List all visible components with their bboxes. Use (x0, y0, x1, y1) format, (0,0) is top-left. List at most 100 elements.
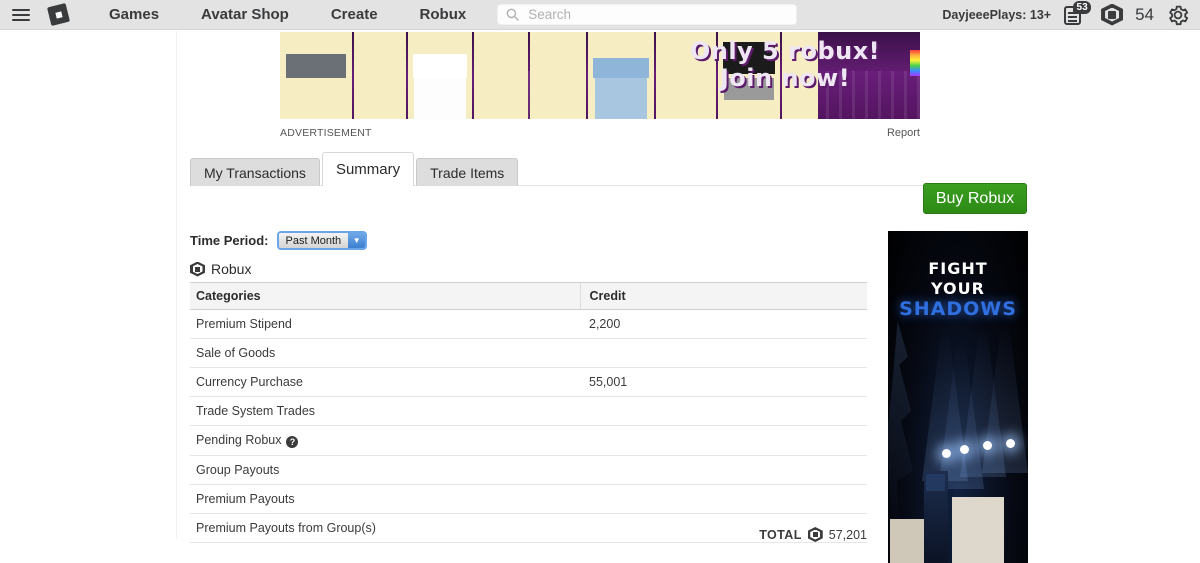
advertisement-report-link[interactable]: Report (887, 127, 920, 139)
tab-my-transactions[interactable]: My Transactions (190, 158, 320, 186)
ad-garment (354, 32, 406, 119)
logo-inner-square (55, 10, 63, 19)
nav-link-robux[interactable]: Robux (399, 6, 488, 23)
side-ad-line3: SHADOWS (899, 298, 1017, 321)
cell-credit (580, 455, 867, 485)
ad-garment-top (530, 32, 586, 78)
ad-garment-detail (285, 54, 347, 78)
top-navigation-bar: Games Avatar Shop Create Robux DayjeeePl… (0, 0, 1200, 30)
messages-line (1068, 15, 1078, 18)
side-ad-light (942, 449, 951, 458)
messages-badge: 53 (1073, 0, 1092, 14)
cell-credit (580, 396, 867, 426)
ad-garment-bottom (414, 78, 466, 119)
ad-garment-detail (593, 58, 649, 78)
table-row: Currency Purchase 55,001 (190, 367, 867, 397)
cell-category: Currency Purchase (190, 367, 580, 397)
primary-nav-links: Games Avatar Shop Create Robux (88, 6, 487, 23)
category-label: Premium Stipend (196, 317, 292, 331)
help-icon[interactable]: ? (286, 436, 299, 448)
hamburger-bar (12, 13, 30, 16)
hamburger-icon[interactable] (8, 0, 34, 30)
search-input[interactable] (526, 6, 789, 23)
table-header: Categories Credit (190, 282, 867, 310)
left-divider-rule (176, 31, 177, 539)
messages-icon[interactable]: 53 (1063, 0, 1092, 27)
cell-category: Premium Stipend (190, 309, 580, 339)
ad-rainbow-stripe (910, 50, 920, 76)
ad-garment (530, 32, 586, 119)
category-label: Currency Purchase (196, 375, 303, 389)
advertisement-meta-row: ADVERTISEMENT Report (280, 121, 920, 145)
time-period-label: Time Period: (190, 233, 269, 248)
table-total-row: TOTAL 57,201 (190, 527, 867, 542)
table-row: Pending Robux? (190, 425, 867, 456)
table-row: Premium Payouts (190, 484, 867, 514)
gear-icon[interactable] (1166, 3, 1190, 27)
ad-garment (280, 32, 352, 119)
robux-icon (807, 527, 823, 542)
ad-garment (588, 32, 654, 119)
messages-line (1068, 19, 1078, 22)
page-body: Only 5 robux! Join now! ADVERTISEMENT Re… (0, 31, 1200, 563)
buy-robux-button[interactable]: Buy Robux (923, 183, 1027, 214)
category-label: Group Payouts (196, 463, 280, 477)
side-ad-light (983, 441, 992, 450)
cell-credit (580, 338, 867, 368)
cell-category: Premium Payouts (190, 484, 580, 514)
ad-garment-top (474, 32, 528, 78)
ad-headline-line1: Only 5 robux! (689, 37, 881, 65)
ad-garment-bottom (287, 78, 345, 119)
top-advertisement-container: Only 5 robux! Join now! (280, 32, 920, 119)
nav-link-avatar-shop[interactable]: Avatar Shop (180, 6, 310, 23)
cell-credit (580, 425, 867, 456)
cell-category: Pending Robux? (190, 425, 580, 456)
time-period-value: Past Month (278, 233, 349, 248)
side-ad-tree (888, 321, 913, 521)
search-box[interactable] (497, 4, 798, 25)
table-header-row: Categories Credit (190, 282, 867, 310)
cell-credit: 55,001 (580, 367, 867, 397)
robux-hex-core (195, 266, 200, 272)
table-body: Premium Stipend 2,200 Sale of Goods Curr… (190, 309, 867, 543)
total-value: 57,201 (828, 527, 867, 542)
robux-hex-core (812, 532, 818, 537)
cell-credit (580, 484, 867, 514)
top-advertisement-banner[interactable]: Only 5 robux! Join now! (280, 32, 920, 119)
robux-icon (190, 261, 205, 277)
tab-trade-items[interactable]: Trade Items (416, 158, 519, 186)
column-header-credit: Credit (579, 282, 867, 310)
nav-link-games[interactable]: Games (88, 6, 180, 23)
search-icon (506, 8, 519, 21)
side-ad-light (1006, 439, 1015, 448)
category-label: Premium Payouts (196, 492, 295, 506)
roblox-logo-icon[interactable] (46, 2, 71, 26)
side-ad-crate (890, 519, 924, 563)
ad-headline-line2: Join now! (719, 63, 851, 92)
chevron-down-icon: ▼ (348, 233, 366, 248)
robux-balance[interactable]: 54 (1135, 5, 1154, 25)
cell-credit: 2,200 (580, 309, 867, 339)
table-row: Sale of Goods (190, 338, 867, 368)
nav-link-create[interactable]: Create (310, 6, 399, 23)
summary-table: Categories Credit Premium Stipend 2,200 … (190, 282, 867, 543)
side-ad-title: FIGHT YOUR SHADOWS (888, 259, 1028, 321)
advertisement-label: ADVERTISEMENT (280, 127, 372, 139)
table-row: Trade System Trades (190, 396, 867, 426)
side-ad-line1: FIGHT (928, 259, 988, 278)
robux-hex-core (1108, 10, 1117, 19)
filter-row: Time Period: Past Month ▼ (190, 231, 368, 250)
time-period-select[interactable]: Past Month ▼ (276, 231, 368, 250)
username-label: DayjeeePlays: 13+ (942, 7, 1052, 22)
cell-category: Group Payouts (190, 455, 580, 485)
side-advertisement[interactable]: FIGHT YOUR SHADOWS (888, 231, 1028, 563)
tab-summary[interactable]: Summary (321, 152, 415, 186)
ad-garment-top (354, 32, 406, 78)
hamburger-bar (12, 18, 30, 21)
category-label: Sale of Goods (196, 346, 276, 360)
cell-category: Sale of Goods (190, 338, 580, 368)
robux-icon[interactable] (1101, 3, 1124, 26)
total-label: TOTAL (759, 527, 802, 542)
side-ad-light (960, 445, 969, 454)
currency-heading: Robux (190, 261, 251, 277)
